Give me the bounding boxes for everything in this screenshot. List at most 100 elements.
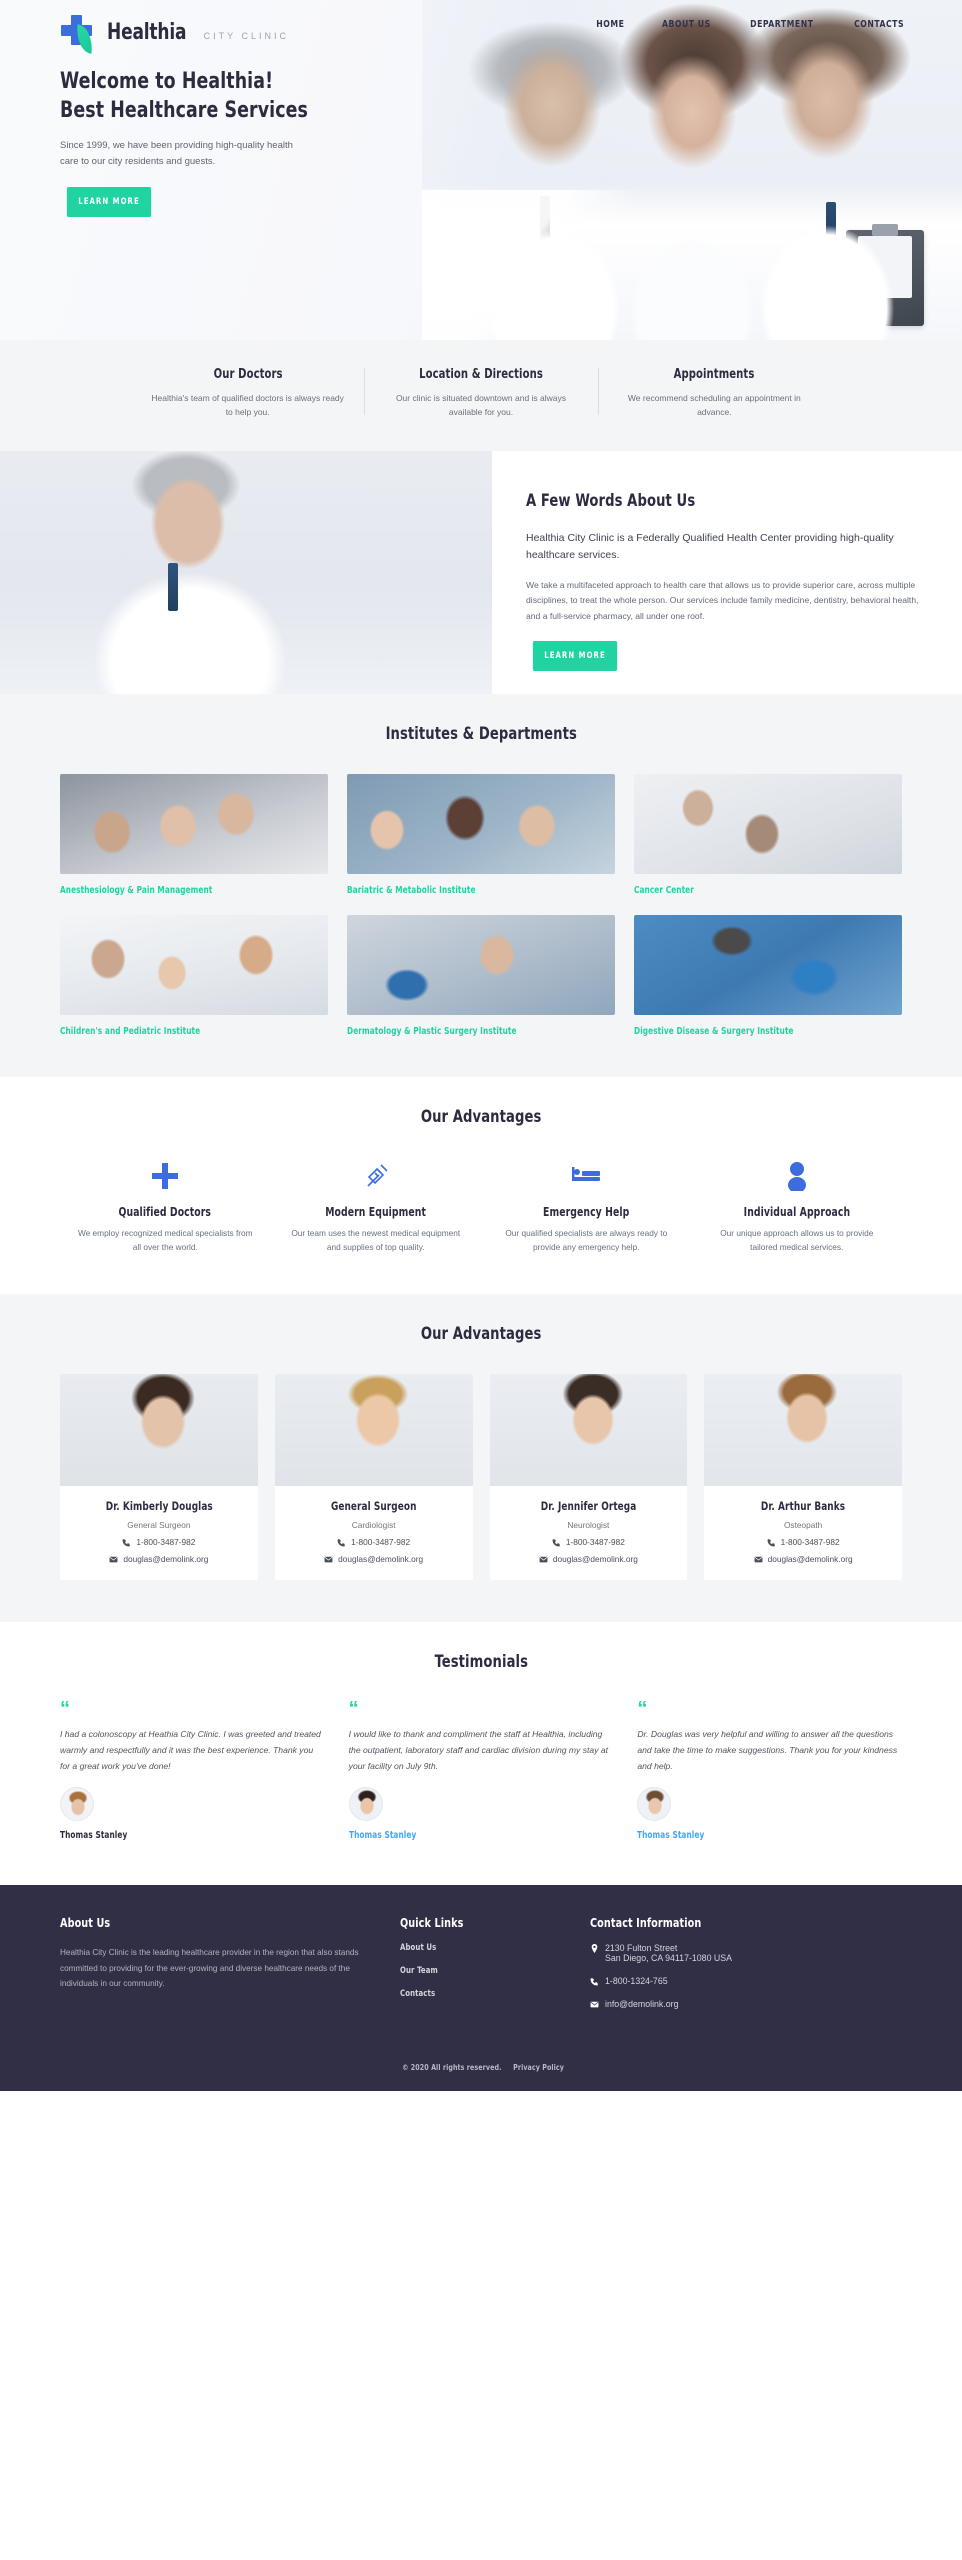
testimonial-author[interactable]: Thomas Stanley [637,1830,704,1841]
footer-contact-heading: Contact Information [590,1915,702,1931]
envelope-icon [109,1556,118,1563]
hero-paragraph: Since 1999, we have been providing high-… [60,139,293,167]
medical-cross-leaf-icon [60,14,98,54]
phone-icon [590,1978,598,1986]
about-doctor-photo [0,451,492,695]
phone-icon [337,1539,345,1547]
team-card[interactable]: General Surgeon Cardiologist 1-800-3487-… [274,1374,473,1581]
department-label[interactable]: Anesthesiology & Pain Management [60,885,290,896]
team-phone: 1-800-3487-982 [780,1537,840,1548]
quote-icon: “ [348,1698,359,1721]
main-navigation[interactable]: HOME ABOUT US DEPARTMENT CONTACTS [594,19,908,30]
department-card[interactable]: Digestive Disease & Surgery Institute [634,915,902,1037]
footer-phone-row[interactable]: 1-800-1324-765 [590,1976,890,1986]
nav-contacts[interactable]: CONTACTS [854,19,904,30]
department-card[interactable]: Cancer Center [634,774,902,896]
department-image [634,915,902,1016]
team-role: Neurologist [567,1520,610,1531]
department-label[interactable]: Children's and Pediatric Institute [60,1026,290,1037]
nav-about-us[interactable]: ABOUT US [662,19,711,30]
hero-section: Healthia CITY CLINIC HOME ABOUT US DEPAR… [0,0,962,340]
testimonials-section: Testimonials “ I had a colonoscopy at He… [0,1622,962,1886]
department-card[interactable]: Anesthesiology & Pain Management [60,774,328,896]
department-image [60,915,328,1016]
team-heading: Our Advantages [420,1324,542,1345]
hero-title-line1: Welcome to Healthia! [60,68,274,94]
testimonial-author: Thomas Stanley [60,1830,128,1842]
decorative-tie [540,196,550,248]
strip-text: We recommend scheduling an appointment i… [627,393,801,418]
footer-quick-links: Quick Links About Us Our Team Contacts [390,1915,590,2009]
department-card[interactable]: Children's and Pediatric Institute [60,915,328,1037]
team-photo [274,1374,473,1487]
department-card[interactable]: Bariatric & Metabolic Institute [347,774,615,896]
advantage-text: We employ recognized medical specialists… [77,1228,253,1252]
hero-copy: Welcome to Healthia! Best Healthcare Ser… [60,67,390,218]
footer-links-heading: Quick Links [400,1915,464,1931]
strip-title: Our Doctors [213,367,283,382]
team-card[interactable]: Dr. Jennifer Ortega Neurologist 1-800-34… [489,1374,688,1581]
team-phone-row[interactable]: 1-800-3487-982 [285,1537,463,1547]
team-email: douglas@demolink.org [552,1554,638,1565]
advantage-title: Qualified Doctors [118,1205,212,1220]
department-card[interactable]: Dermatology & Plastic Surgery Institute [347,915,615,1037]
phone-icon [552,1539,560,1547]
footer-about-text: Healthia City Clinic is the leading heal… [60,1948,359,1988]
team-role: Cardiologist [351,1520,396,1531]
department-label[interactable]: Digestive Disease & Surgery Institute [634,1026,864,1037]
nav-department[interactable]: DEPARTMENT [750,19,813,30]
about-learn-more-button[interactable]: LEARN MORE [532,640,618,671]
hero-doctors-photo [422,0,962,340]
team-photo [489,1374,688,1487]
team-role: General Surgeon [127,1520,191,1531]
department-image [347,774,615,875]
department-label[interactable]: Bariatric & Metabolic Institute [347,885,577,896]
team-name: Dr. Jennifer Ortega [540,1499,637,1514]
team-email-row[interactable]: douglas@demolink.org [70,1554,248,1564]
hero-learn-more-button[interactable]: LEARN MORE [66,187,152,218]
team-phone-row[interactable]: 1-800-3487-982 [714,1537,892,1547]
departments-heading: Institutes & Departments [385,724,577,745]
privacy-policy-link[interactable]: Privacy Policy [513,2062,564,2072]
team-section: Our Advantages Dr. Kimberly Douglas Gene… [0,1294,962,1623]
advantage-item: Modern Equipment Our team uses the newes… [271,1157,482,1254]
testimonial-author[interactable]: Thomas Stanley [349,1830,416,1841]
team-email-row[interactable]: douglas@demolink.org [285,1554,463,1564]
department-label[interactable]: Cancer Center [634,885,864,896]
team-email-row[interactable]: douglas@demolink.org [500,1554,678,1564]
footer-link-contacts[interactable]: Contacts [400,1989,563,1999]
team-email-row[interactable]: douglas@demolink.org [714,1554,892,1564]
copyright-text: © 2020 All rights reserved. [401,2062,502,2073]
nav-home[interactable]: HOME [596,19,624,30]
department-image [634,774,902,875]
strip-text: Our clinic is situated downtown and is a… [395,393,567,418]
envelope-icon [754,1556,763,1563]
phone-icon [767,1539,775,1547]
footer-email-row[interactable]: info@demolink.org [590,1999,890,2009]
team-email: douglas@demolink.org [767,1554,853,1565]
team-name: Dr. Arthur Banks [760,1499,846,1514]
department-label[interactable]: Dermatology & Plastic Surgery Institute [347,1026,577,1037]
department-image [347,915,615,1016]
envelope-icon [324,1556,333,1563]
footer-about: About Us Healthia City Clinic is the lea… [60,1915,390,2009]
team-phone-row[interactable]: 1-800-3487-982 [500,1537,678,1547]
team-phone: 1-800-3487-982 [565,1537,625,1548]
team-card[interactable]: Dr. Kimberly Douglas General Surgeon 1-8… [60,1374,258,1581]
footer-link-about-us[interactable]: About Us [400,1943,563,1953]
decorative-tie [826,202,836,254]
hero-title-line2: Best Healthcare Services [60,96,308,123]
testimonial-item: “ I had a colonoscopy at Heathia City Cl… [60,1699,325,1842]
about-section: A Few Words About Us Healthia City Clini… [0,451,962,695]
hospital-bed-icon [495,1157,678,1195]
advantages-section: Our Advantages Qualified Doctors We empl… [0,1077,962,1295]
team-photo [704,1374,902,1487]
team-card[interactable]: Dr. Arthur Banks Osteopath 1-800-3487-98… [704,1374,902,1581]
plus-icon [74,1157,257,1195]
team-phone-row[interactable]: 1-800-3487-982 [70,1537,248,1547]
departments-section: Institutes & Departments Anesthesiology … [0,694,962,1078]
site-logo[interactable]: Healthia CITY CLINIC [60,14,289,54]
advantage-text: Our qualified specialists are always rea… [505,1228,668,1252]
footer-link-our-team[interactable]: Our Team [400,1966,563,1976]
footer-contact: Contact Information 2130 Fulton Street S… [590,1915,890,2009]
